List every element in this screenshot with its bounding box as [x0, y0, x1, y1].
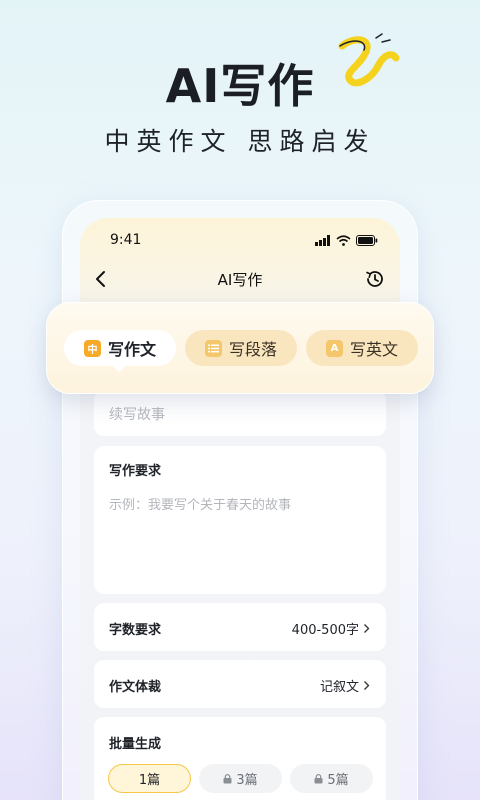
batch-option-5[interactable]: 5篇 — [290, 764, 373, 793]
list-icon — [204, 339, 222, 357]
status-icons — [315, 234, 378, 246]
lock-icon — [223, 773, 232, 783]
tab-write-paragraph[interactable]: 写段落 — [185, 330, 297, 366]
word-count-row[interactable]: 字数要求 400-500字 — [94, 603, 386, 651]
chevron-right-icon — [364, 624, 370, 633]
signal-icon — [315, 234, 330, 246]
chinese-char-icon: 中 — [83, 339, 101, 357]
batch-label: 批量生成 — [109, 737, 162, 752]
batch-option-3[interactable]: 3篇 — [199, 764, 282, 793]
hero-subtitle: 中英作文 思路启发 — [104, 127, 376, 156]
batch-option-label: 5篇 — [327, 773, 349, 788]
requirement-placeholder: 示例：我要写个关于春天的故事 — [109, 498, 292, 513]
tab-label: 写英文 — [349, 340, 398, 359]
letter-a-icon: A — [325, 339, 343, 357]
continue-story-placeholder: 续写故事 — [109, 407, 165, 423]
word-count-value-wrap: 400-500字 — [292, 619, 370, 638]
lock-icon — [314, 773, 323, 783]
batch-option-1[interactable]: 1篇 — [108, 764, 191, 793]
genre-label: 作文体裁 — [109, 680, 162, 695]
genre-value-wrap: 记叙文 — [320, 676, 370, 695]
history-icon[interactable] — [364, 268, 386, 290]
hero-title: AI写作 — [165, 59, 315, 113]
batch-card: 批量生成 1篇 3篇 5篇 — [94, 717, 386, 800]
batch-option-label: 3篇 — [236, 773, 258, 788]
batch-option-label: 1篇 — [138, 773, 161, 788]
tab-write-english[interactable]: A 写英文 — [306, 330, 418, 366]
nav-bar: AI写作 — [80, 264, 400, 294]
nav-title: AI写作 — [217, 270, 263, 289]
requirement-label: 写作要求 — [109, 464, 162, 479]
status-bar: 9:41 — [110, 230, 378, 250]
active-tab-pointer — [111, 365, 127, 372]
hero-title-row: AI写作 — [0, 50, 480, 116]
pen-swirl-icon — [338, 33, 400, 87]
chevron-right-icon — [364, 681, 370, 690]
status-time: 9:41 — [110, 232, 142, 248]
genre-value: 记叙文 — [319, 680, 359, 695]
genre-row[interactable]: 作文体裁 记叙文 — [94, 660, 386, 708]
batch-options: 1篇 3篇 5篇 — [108, 764, 373, 793]
list-glyph — [207, 344, 219, 352]
tab-write-essay[interactable]: 中 写作文 — [64, 330, 176, 366]
tab-label: 写作文 — [107, 340, 156, 359]
back-icon[interactable] — [92, 268, 112, 290]
wifi-icon — [336, 234, 351, 246]
word-count-value: 400-500字 — [291, 623, 359, 638]
requirement-card[interactable]: 写作要求 示例：我要写个关于春天的故事 — [94, 446, 386, 594]
continue-story-field[interactable]: 续写故事 — [94, 390, 386, 436]
tab-label: 写段落 — [228, 340, 277, 359]
battery-icon — [356, 234, 378, 246]
mode-tab-bar: 中 写作文 写段落 A 写英文 — [46, 302, 434, 394]
word-count-label: 字数要求 — [109, 623, 162, 638]
